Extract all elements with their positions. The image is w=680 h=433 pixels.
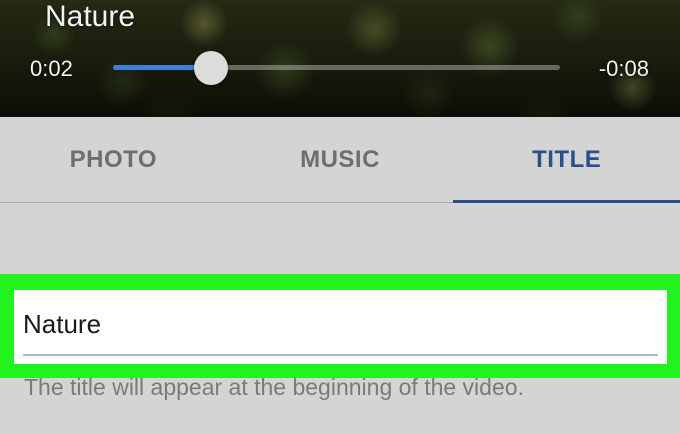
- tab-photo[interactable]: PHOTO: [0, 117, 227, 202]
- title-helper-text: The title will appear at the beginning o…: [24, 374, 524, 400]
- tab-music[interactable]: MUSIC: [227, 117, 454, 202]
- seek-bar[interactable]: [113, 50, 560, 85]
- remaining-time: -0:08: [598, 56, 649, 81]
- seek-thumb[interactable]: [194, 50, 229, 85]
- video-title: Nature: [45, 0, 136, 33]
- elapsed-time: 0:02: [30, 56, 73, 81]
- title-field-container: [14, 290, 667, 364]
- title-input[interactable]: [23, 304, 653, 344]
- title-field-highlight: [0, 274, 680, 378]
- tab-title[interactable]: TITLE: [453, 117, 680, 203]
- editor-tabs: PHOTO MUSIC TITLE: [0, 117, 680, 203]
- video-preview[interactable]: Nature 0:02 -0:08: [0, 0, 680, 117]
- input-underline: [23, 354, 658, 356]
